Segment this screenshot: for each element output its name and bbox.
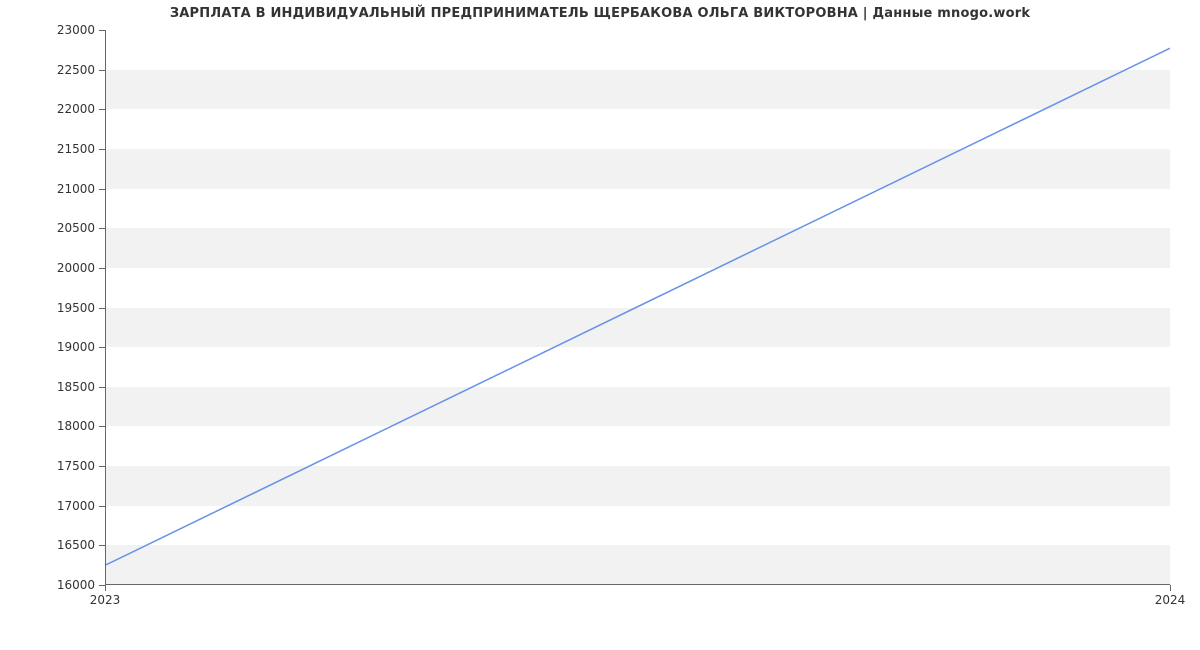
y-tick-label: 17500 [35, 459, 95, 473]
y-tick-label: 16500 [35, 538, 95, 552]
plot-area [105, 30, 1170, 585]
y-tick-label: 23000 [35, 23, 95, 37]
y-tick-mark [99, 268, 105, 269]
y-tick-mark [99, 228, 105, 229]
series-line [106, 48, 1170, 565]
y-tick-label: 18500 [35, 380, 95, 394]
y-tick-label: 21500 [35, 142, 95, 156]
y-tick-label: 18000 [35, 419, 95, 433]
y-tick-mark [99, 30, 105, 31]
y-tick-label: 19000 [35, 340, 95, 354]
x-tick-mark [105, 585, 106, 591]
x-tick-label: 2023 [90, 593, 121, 607]
line-layer [106, 30, 1170, 584]
y-tick-label: 22000 [35, 102, 95, 116]
y-tick-mark [99, 347, 105, 348]
y-tick-label: 22500 [35, 63, 95, 77]
chart-title: ЗАРПЛАТА В ИНДИВИДУАЛЬНЫЙ ПРЕДПРИНИМАТЕЛ… [0, 6, 1200, 21]
y-tick-label: 16000 [35, 578, 95, 592]
y-tick-mark [99, 189, 105, 190]
x-tick-mark [1170, 585, 1171, 591]
chart-container: ЗАРПЛАТА В ИНДИВИДУАЛЬНЫЙ ПРЕДПРИНИМАТЕЛ… [0, 0, 1200, 650]
y-tick-mark [99, 109, 105, 110]
y-tick-label: 21000 [35, 182, 95, 196]
y-tick-mark [99, 149, 105, 150]
y-tick-label: 17000 [35, 499, 95, 513]
y-tick-label: 19500 [35, 301, 95, 315]
y-tick-label: 20000 [35, 261, 95, 275]
y-tick-mark [99, 70, 105, 71]
x-tick-label: 2024 [1155, 593, 1186, 607]
y-tick-mark [99, 308, 105, 309]
y-tick-label: 20500 [35, 221, 95, 235]
y-tick-mark [99, 426, 105, 427]
y-tick-mark [99, 545, 105, 546]
y-tick-mark [99, 506, 105, 507]
y-tick-mark [99, 466, 105, 467]
y-tick-mark [99, 387, 105, 388]
